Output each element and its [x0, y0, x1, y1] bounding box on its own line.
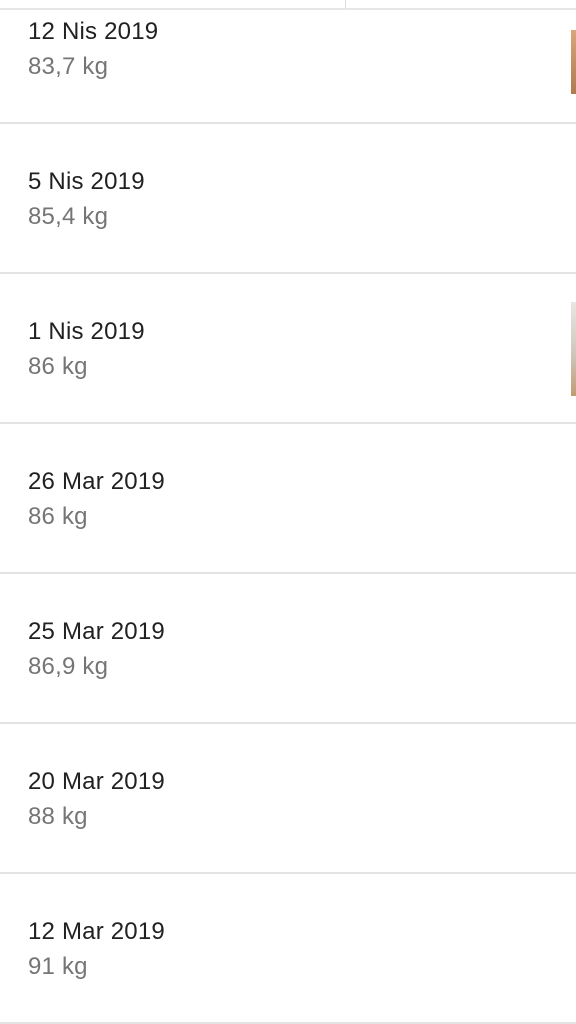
weight-entry-row[interactable]: 5 Nis 2019 85,4 kg	[0, 124, 576, 274]
entry-weight: 86,9 kg	[28, 653, 109, 680]
weight-entry-row[interactable]: 1 Nis 2019 86 kg	[0, 274, 576, 424]
weight-entry-row[interactable]: 12 Nis 2019 83,7 kg	[0, 0, 576, 124]
entry-weight: 85,4 kg	[28, 203, 109, 230]
entry-date: 26 Mar 2019	[28, 468, 165, 495]
entry-date: 12 Nis 2019	[28, 18, 159, 45]
entry-weight: 86 kg	[28, 353, 88, 380]
progress-photo-thumbnail[interactable]	[571, 302, 576, 396]
header-edge	[0, 0, 576, 10]
entry-weight: 91 kg	[28, 953, 88, 980]
entry-weight: 86 kg	[28, 503, 88, 530]
entry-date: 1 Nis 2019	[28, 318, 145, 345]
entry-weight: 88 kg	[28, 803, 88, 830]
entry-weight: 83,7 kg	[28, 53, 109, 80]
entry-date: 25 Mar 2019	[28, 618, 165, 645]
progress-photo-thumbnail[interactable]	[571, 30, 576, 94]
weight-entry-row[interactable]: 12 Mar 2019 91 kg	[0, 874, 576, 1024]
weight-history-screen: 12 Nis 2019 83,7 kg 5 Nis 2019 85,4 kg 1…	[0, 0, 576, 1024]
entry-date: 20 Mar 2019	[28, 768, 165, 795]
weight-entry-row[interactable]: 20 Mar 2019 88 kg	[0, 724, 576, 874]
entry-date: 12 Mar 2019	[28, 918, 165, 945]
entry-date: 5 Nis 2019	[28, 168, 145, 195]
weight-entry-row[interactable]: 25 Mar 2019 86,9 kg	[0, 574, 576, 724]
weight-entry-row[interactable]: 26 Mar 2019 86 kg	[0, 424, 576, 574]
header-divider	[345, 0, 346, 9]
